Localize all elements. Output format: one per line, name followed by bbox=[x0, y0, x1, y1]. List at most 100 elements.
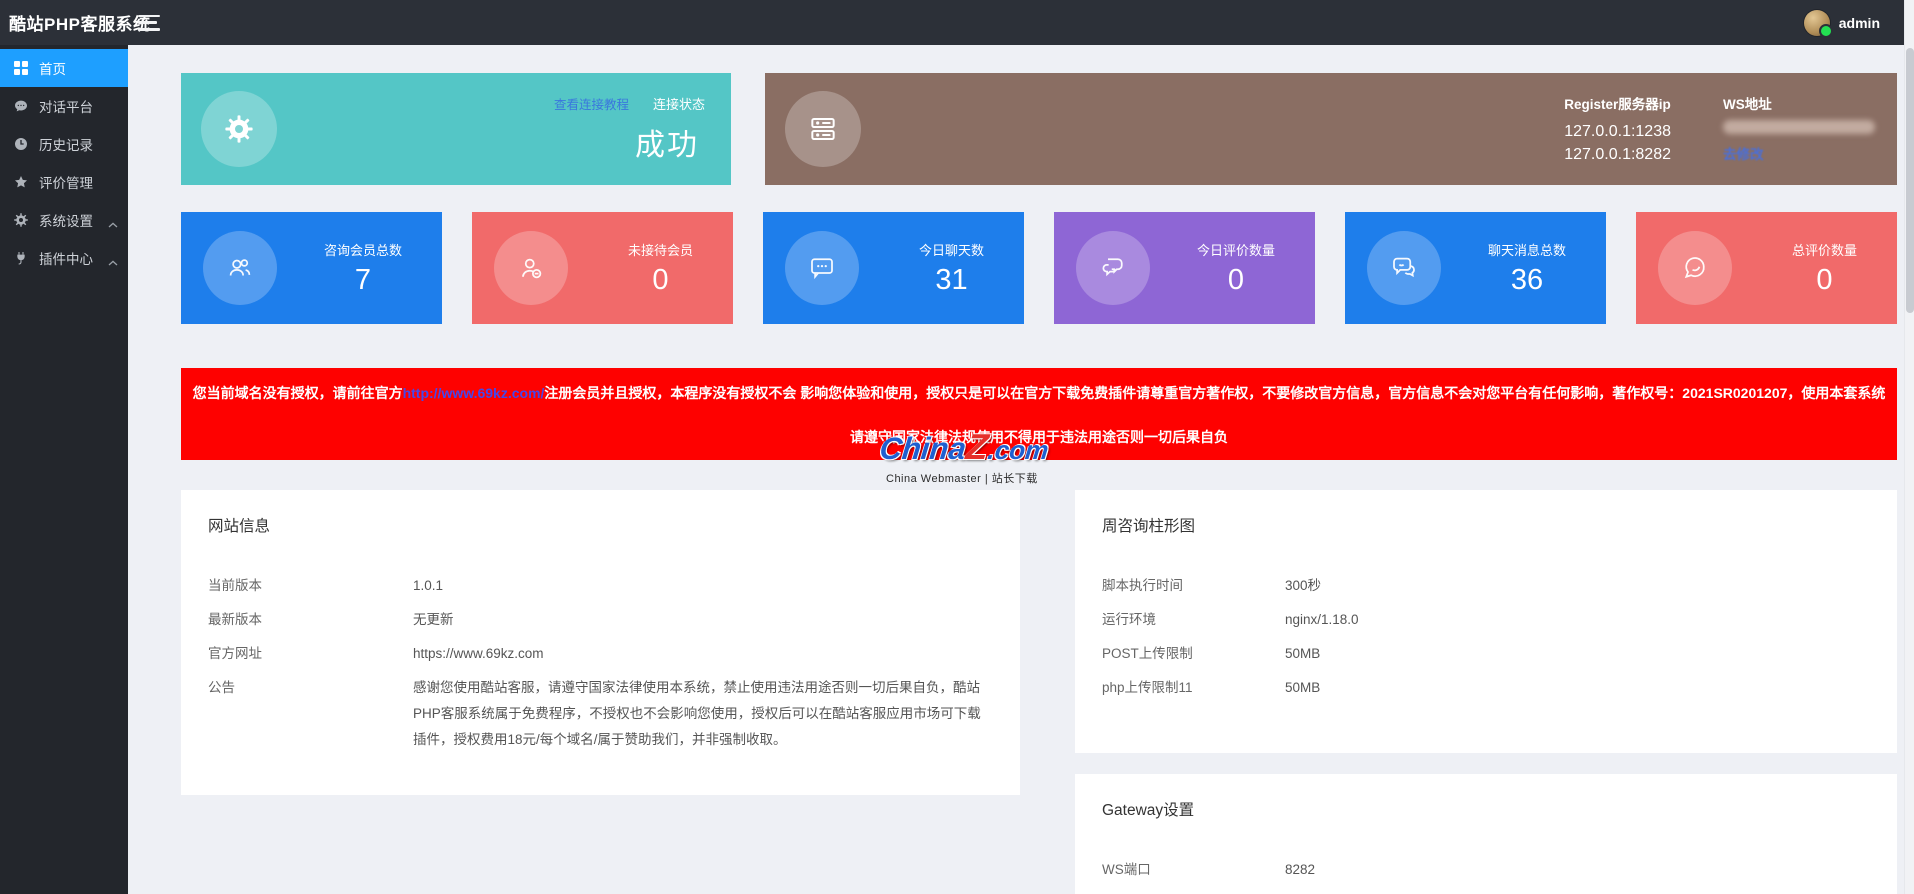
chat-smile-icon bbox=[1367, 231, 1441, 305]
stat-row: 咨询会员总数 7 未接待会员 0 今日聊天数 31 bbox=[181, 212, 1897, 324]
stat-label: 未接待会员 bbox=[628, 240, 693, 259]
info-value: 8282 bbox=[1285, 860, 1870, 880]
sidebar-item-label: 首页 bbox=[39, 58, 66, 78]
stat-label: 聊天消息总数 bbox=[1488, 240, 1566, 259]
scrollbar-thumb[interactable] bbox=[1906, 48, 1914, 313]
chat-icon bbox=[13, 98, 29, 114]
info-row-exec-time: 脚本执行时间 300秒 bbox=[1075, 576, 1897, 596]
sidebar: 首页 对话平台 历史记录 评价管理 系统设置 bbox=[0, 45, 128, 894]
sidebar-item-system-settings[interactable]: 系统设置 bbox=[0, 201, 128, 239]
clock-icon bbox=[13, 136, 29, 152]
stat-label: 咨询会员总数 bbox=[324, 240, 402, 259]
register-server-label: Register服务器ip bbox=[1564, 93, 1671, 113]
main-content: 查看连接教程 连接状态 成功 Register服务器ip 127.0.0.1:1… bbox=[128, 45, 1904, 894]
plug-icon bbox=[13, 250, 29, 266]
chevron-up-icon bbox=[108, 254, 118, 262]
grid-icon bbox=[13, 60, 29, 76]
stat-label: 今日评价数量 bbox=[1197, 240, 1275, 259]
info-label: 当前版本 bbox=[208, 576, 413, 596]
stat-label: 总评价数量 bbox=[1792, 240, 1857, 259]
sidebar-item-home[interactable]: 首页 bbox=[0, 49, 128, 87]
hero-row: 查看连接教程 连接状态 成功 Register服务器ip 127.0.0.1:1… bbox=[181, 73, 1897, 185]
stat-card-total-messages: 聊天消息总数 36 bbox=[1345, 212, 1606, 324]
info-row-php-upload-limit: php上传限制11 50MB bbox=[1075, 678, 1897, 698]
connection-tutorial-link[interactable]: 查看连接教程 bbox=[554, 94, 629, 113]
watermark-tagline: China Webmaster | 站长下载 bbox=[880, 470, 1180, 486]
info-label: 运行环境 bbox=[1102, 610, 1285, 630]
info-label: 公告 bbox=[208, 678, 413, 698]
gear-icon bbox=[201, 91, 277, 167]
stat-value: 0 bbox=[628, 264, 693, 297]
ws-address-redacted bbox=[1723, 120, 1875, 134]
info-row-official-site: 官方网址 https://www.69kz.com bbox=[181, 644, 1020, 664]
stat-card-total-members: 咨询会员总数 7 bbox=[181, 212, 442, 324]
gateway-panel: Gateway设置 WS端口 8282 bbox=[1075, 774, 1897, 894]
info-row-current-version: 当前版本 1.0.1 bbox=[181, 576, 1020, 596]
panel-title: Gateway设置 bbox=[1075, 774, 1897, 820]
info-value: 1.0.1 bbox=[413, 576, 993, 596]
sidebar-item-label: 历史记录 bbox=[39, 134, 93, 154]
top-header: 酷站PHP客服系统 admin bbox=[0, 0, 1914, 45]
info-label: WS端口 bbox=[1102, 860, 1285, 880]
ws-address-block: WS地址 去修改 bbox=[1723, 93, 1875, 166]
banner-line-1: 您当前域名没有授权，请前往官方http://www.69kz.com/注册会员并… bbox=[181, 368, 1897, 403]
register-ip-1: 127.0.0.1:1238 bbox=[1564, 120, 1671, 143]
info-value: 50MB bbox=[1285, 678, 1870, 698]
stat-value: 0 bbox=[1197, 264, 1275, 297]
app-title: 酷站PHP客服系统 bbox=[0, 10, 128, 35]
username: admin bbox=[1839, 15, 1880, 31]
info-value: 50MB bbox=[1285, 644, 1870, 664]
info-row-ws-port: WS端口 8282 bbox=[1075, 860, 1897, 880]
star-icon bbox=[13, 174, 29, 190]
sidebar-item-plugin-center[interactable]: 插件中心 bbox=[0, 239, 128, 277]
ws-address-label: WS地址 bbox=[1723, 93, 1875, 113]
chat-dots-icon bbox=[785, 231, 859, 305]
stat-value: 0 bbox=[1792, 264, 1857, 297]
server-icon bbox=[785, 91, 861, 167]
sidebar-item-chat-platform[interactable]: 对话平台 bbox=[0, 87, 128, 125]
banner-text: 注册会员并且授权，本程序没有授权不会 影响您体验和使用，授权只是可以在官方下载免… bbox=[544, 385, 1885, 401]
online-status-dot bbox=[1819, 24, 1833, 38]
info-value: https://www.69kz.com bbox=[413, 644, 993, 664]
info-label: 最新版本 bbox=[208, 610, 413, 630]
avatar[interactable] bbox=[1804, 10, 1830, 36]
server-address-card: Register服务器ip 127.0.0.1:1238 127.0.0.1:8… bbox=[765, 73, 1897, 185]
info-label: 官方网址 bbox=[208, 644, 413, 664]
users-icon bbox=[203, 231, 277, 305]
app-root: 酷站PHP客服系统 admin 首页 对话平台 历史记录 bbox=[0, 0, 1914, 894]
official-site-link[interactable]: http://www.69kz.com/ bbox=[403, 385, 545, 401]
stat-card-unattended-members: 未接待会员 0 bbox=[472, 212, 733, 324]
chevron-up-icon bbox=[108, 216, 118, 224]
sidebar-item-reviews[interactable]: 评价管理 bbox=[0, 163, 128, 201]
sidebar-item-history[interactable]: 历史记录 bbox=[0, 125, 128, 163]
info-row-runtime: 运行环境 nginx/1.18.0 bbox=[1075, 610, 1897, 630]
info-value: 无更新 bbox=[413, 610, 993, 630]
register-server-block: Register服务器ip 127.0.0.1:1238 127.0.0.1:8… bbox=[1564, 93, 1671, 166]
ws-modify-link[interactable]: 去修改 bbox=[1723, 143, 1875, 163]
banner-line-2: 请遵守国家法律法规使用不得用于违法用途否则一切后果自负 bbox=[181, 427, 1897, 447]
user-menu[interactable]: admin bbox=[1804, 10, 1880, 36]
server-env-panel: 周咨询柱形图 脚本执行时间 300秒 运行环境 nginx/1.18.0 POS… bbox=[1075, 490, 1897, 753]
info-row-post-limit: POST上传限制 50MB bbox=[1075, 644, 1897, 664]
connection-status-label: 连接状态 bbox=[653, 94, 705, 113]
stat-value: 7 bbox=[324, 264, 402, 297]
sidebar-item-label: 评价管理 bbox=[39, 172, 93, 192]
sidebar-item-label: 对话平台 bbox=[39, 96, 93, 116]
info-value: nginx/1.18.0 bbox=[1285, 610, 1870, 630]
info-label: 脚本执行时间 bbox=[1102, 576, 1285, 596]
stat-card-total-reviews: 总评价数量 0 bbox=[1636, 212, 1897, 324]
panel-title: 周咨询柱形图 bbox=[1075, 490, 1897, 536]
stat-value: 36 bbox=[1488, 264, 1566, 297]
info-label: php上传限制11 bbox=[1102, 678, 1285, 698]
info-value: 感谢您使用酷站客服，请遵守国家法律使用本系统，禁止使用违法用途否则一切后果自负，… bbox=[413, 675, 993, 753]
stat-card-today-reviews: 今日评价数量 0 bbox=[1054, 212, 1315, 324]
user-minus-icon bbox=[494, 231, 568, 305]
vertical-scrollbar[interactable] bbox=[1904, 0, 1914, 894]
register-ip-2: 127.0.0.1:8282 bbox=[1564, 143, 1671, 166]
banner-text: 您当前域名没有授权，请前往官方 bbox=[193, 385, 403, 401]
info-row-latest-version: 最新版本 无更新 bbox=[181, 610, 1020, 630]
chat-double-icon bbox=[1076, 231, 1150, 305]
menu-icon[interactable] bbox=[138, 15, 160, 31]
info-value: 300秒 bbox=[1285, 576, 1870, 596]
site-info-panel: 网站信息 当前版本 1.0.1 最新版本 无更新 官方网址 https://ww… bbox=[181, 490, 1020, 795]
